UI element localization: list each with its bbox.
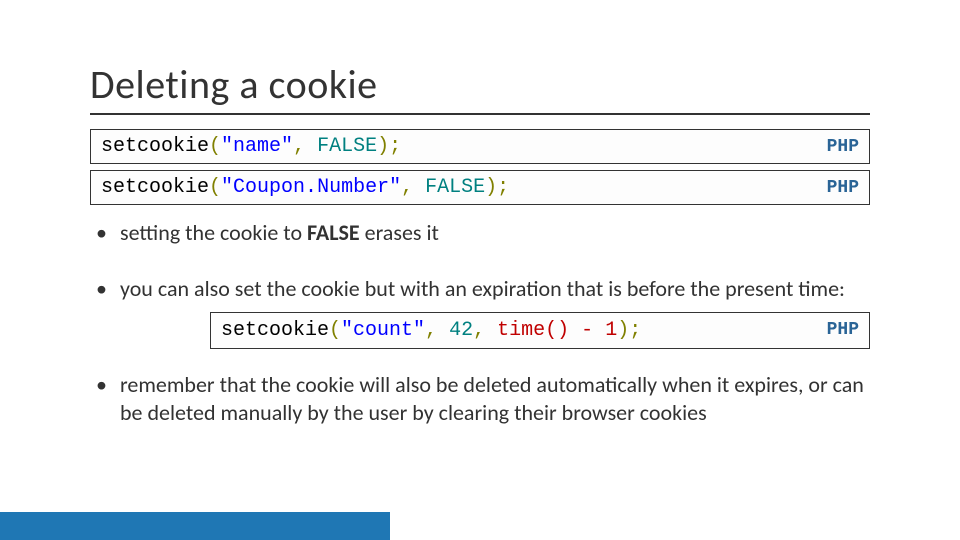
title-wrap: Deleting a cookie (0, 0, 960, 115)
code-box-3: setcookie("count", 42, time() - 1); PHP (210, 312, 870, 349)
code-semi: ; (497, 176, 509, 199)
code-comma: , (473, 319, 485, 342)
code-paren-close: ) (485, 176, 497, 199)
bullet-item-3: remember that the cookie will also be de… (90, 371, 870, 426)
code-lang-label: PHP (827, 319, 859, 342)
code-fn: setcookie (221, 319, 329, 342)
code-space (413, 176, 425, 199)
code-lang-label: PHP (827, 137, 859, 157)
code-semi: ; (389, 135, 401, 158)
code-paren-open: ( (209, 135, 221, 158)
code-paren-close: ) (617, 319, 629, 342)
code-false: FALSE (425, 176, 485, 199)
code-num: 42 (449, 319, 473, 342)
code-arg1: "count" (341, 319, 425, 342)
bullet-bold: FALSE (307, 219, 360, 246)
code-space (305, 135, 317, 158)
code-line-1: setcookie("name", FALSE); (101, 135, 401, 158)
bullet-list: setting the cookie to FALSE erases it yo… (90, 219, 870, 426)
slide: Deleting a cookie setcookie("name", FALS… (0, 0, 960, 540)
code-arg1: "name" (221, 135, 293, 158)
code-false: FALSE (317, 135, 377, 158)
code-space (593, 319, 605, 342)
code-line-3: setcookie("count", 42, time() - 1); (221, 318, 641, 343)
code-box-2: setcookie("Coupon.Number", FALSE); PHP (90, 170, 870, 205)
code-time: time() (497, 319, 569, 342)
code-semi: ; (629, 319, 641, 342)
bullet-text: setting the cookie to (120, 219, 307, 246)
code-paren-close: ) (377, 135, 389, 158)
code-paren-open: ( (209, 176, 221, 199)
code-minus: - (581, 319, 593, 342)
bullet-text: you can also set the cookie but with an … (120, 275, 845, 302)
code-paren-open: ( (329, 319, 341, 342)
code-space (437, 319, 449, 342)
code-fn: setcookie (101, 176, 209, 199)
bullet-text: remember that the cookie will also be de… (120, 371, 864, 426)
bullet-text: erases it (360, 219, 439, 246)
bullet-item-1: setting the cookie to FALSE erases it (90, 219, 870, 247)
bullet-item-2: you can also set the cookie but with an … (90, 275, 870, 350)
code-space (569, 319, 581, 342)
code-space (485, 319, 497, 342)
code-lang-label: PHP (827, 178, 859, 198)
slide-body: setcookie("name", FALSE); PHP setcookie(… (0, 115, 960, 426)
code-comma: , (293, 135, 305, 158)
footer-bar (0, 512, 390, 540)
code-comma: , (401, 176, 413, 199)
code-fn: setcookie (101, 135, 209, 158)
slide-title: Deleting a cookie (90, 60, 870, 109)
code-line-2: setcookie("Coupon.Number", FALSE); (101, 176, 509, 199)
code-arg1: "Coupon.Number" (221, 176, 401, 199)
code-box-1: setcookie("name", FALSE); PHP (90, 129, 870, 164)
code-comma: , (425, 319, 437, 342)
code-one: 1 (605, 319, 617, 342)
